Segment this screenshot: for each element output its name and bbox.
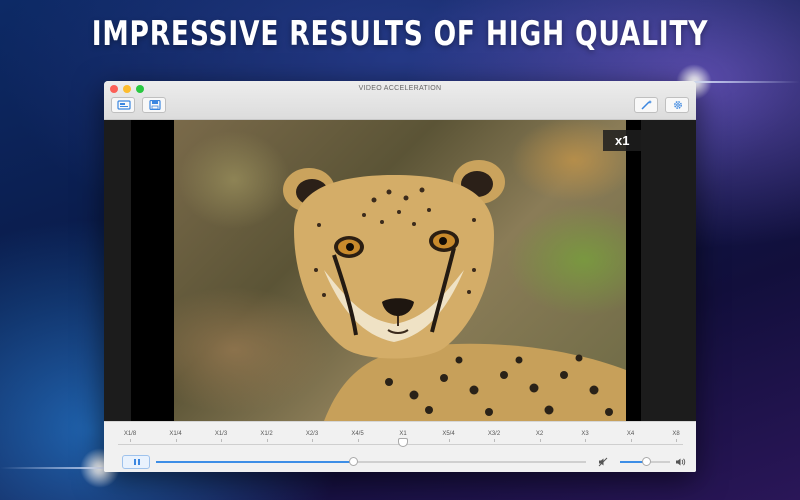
progress-slider[interactable] bbox=[156, 457, 586, 466]
speed-tick bbox=[494, 439, 495, 442]
speed-tick bbox=[221, 439, 222, 442]
speed-option-label[interactable]: X2 bbox=[536, 431, 543, 437]
speed-option-label[interactable]: X8 bbox=[672, 431, 679, 437]
controls-bar: X1/8 X1/4 X1/3 X1/2 X2/3 X4/5 X1 X5/4 X3/2 X2 X3 X4… bbox=[104, 421, 696, 472]
video-panel-icon bbox=[117, 100, 131, 110]
speed-tick bbox=[175, 439, 177, 442]
pause-icon bbox=[134, 459, 136, 465]
speed-option-label[interactable]: X2/3 bbox=[306, 431, 318, 437]
pause-icon-bar bbox=[138, 459, 140, 465]
video-frame bbox=[174, 120, 626, 421]
gear-icon bbox=[674, 101, 682, 109]
video-viewport[interactable]: x1 bbox=[104, 120, 696, 421]
magic-wand-icon bbox=[641, 100, 652, 110]
window-title: VIDEO ACCELERATION bbox=[358, 85, 442, 92]
speed-tick bbox=[312, 439, 313, 442]
speed-option-label[interactable]: X3 bbox=[581, 431, 588, 437]
speed-slider-knob[interactable] bbox=[398, 438, 408, 447]
settings-button[interactable] bbox=[665, 97, 689, 113]
speed-tick bbox=[130, 439, 131, 442]
progress-fill bbox=[156, 461, 354, 463]
speed-tick bbox=[630, 439, 632, 442]
video-panel-button[interactable] bbox=[111, 97, 135, 113]
speed-badge: x1 bbox=[603, 130, 641, 151]
headline: IMPRESSIVE RESULTS OF HIGH QUALITY bbox=[91, 14, 709, 54]
speed-tick bbox=[266, 439, 268, 442]
enhance-button[interactable] bbox=[634, 97, 658, 113]
cheetah-video-still bbox=[283, 160, 626, 421]
speed-tick bbox=[357, 439, 359, 442]
speed-tick bbox=[539, 439, 541, 442]
speed-option-label[interactable]: X4 bbox=[627, 431, 634, 437]
speed-option-label[interactable]: X3/2 bbox=[488, 431, 500, 437]
speed-tick bbox=[448, 439, 450, 442]
speed-option-label[interactable]: X1 bbox=[399, 431, 406, 437]
speed-option-label[interactable]: X1/2 bbox=[260, 431, 272, 437]
speed-option-label[interactable]: X1/3 bbox=[215, 431, 227, 437]
speed-tick bbox=[585, 439, 586, 442]
save-icon bbox=[149, 100, 161, 110]
speed-option-label[interactable]: X4/5 bbox=[351, 431, 363, 437]
speed-option-label[interactable]: X5/4 bbox=[442, 431, 454, 437]
progress-knob[interactable] bbox=[349, 457, 359, 466]
speed-option-label[interactable]: X1/4 bbox=[169, 431, 181, 437]
speed-tick bbox=[676, 439, 677, 442]
pause-button[interactable] bbox=[122, 455, 150, 469]
titlebar[interactable]: VIDEO ACCELERATION bbox=[104, 81, 696, 120]
speaker-muted-icon[interactable] bbox=[598, 457, 608, 467]
volume-slider[interactable] bbox=[620, 457, 670, 466]
speed-option-label[interactable]: X1/8 bbox=[124, 431, 136, 437]
volume-knob[interactable] bbox=[641, 457, 651, 466]
save-button[interactable] bbox=[142, 97, 166, 113]
app-window: VIDEO ACCELERATION x1 X1/8 X1/4 X1/3 X1/… bbox=[104, 81, 696, 472]
speaker-icon[interactable] bbox=[675, 457, 686, 467]
